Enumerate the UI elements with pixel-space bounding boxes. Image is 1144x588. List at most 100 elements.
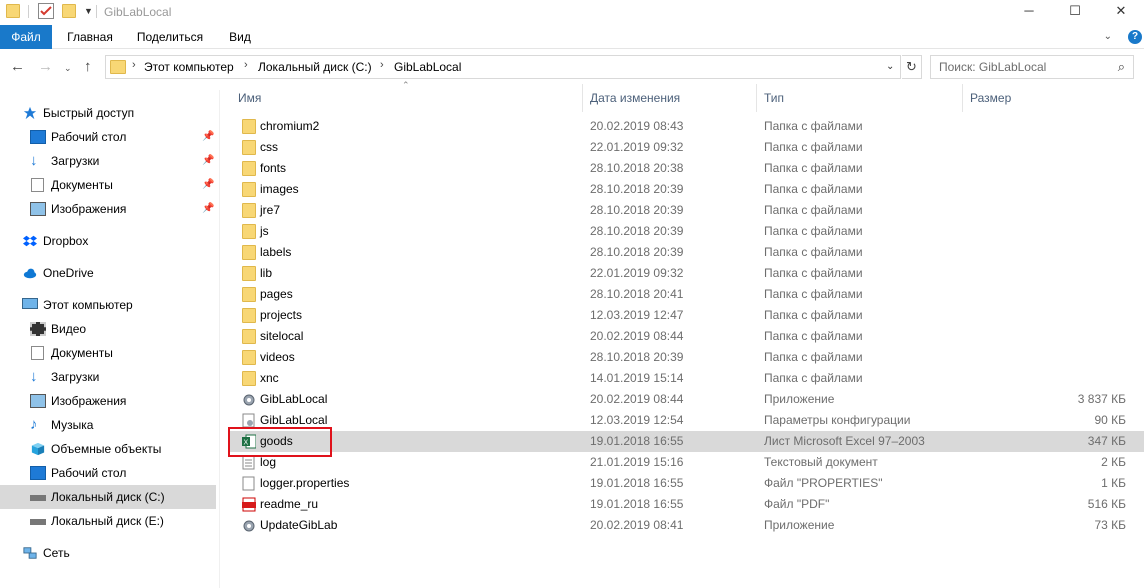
column-header-size[interactable]: Размер [962,84,1136,112]
file-size: 1 КБ [1101,476,1126,490]
nav-disk-c[interactable]: Локальный диск (C:) [0,485,216,509]
column-header-name[interactable]: Имя [230,84,582,112]
tab-view[interactable]: Вид [220,25,260,49]
chevron-right-icon[interactable]: › [380,59,384,71]
search-box[interactable]: ⌕ [930,55,1134,79]
file-row[interactable]: xnc 14.01.2019 15:14 Папка с файлами [230,368,1144,389]
file-type: Приложение [764,518,835,532]
pin-icon[interactable]: 📌 [202,197,214,221]
nav-desktop-pc[interactable]: Рабочий стол [0,461,216,485]
file-row[interactable]: images 28.10.2018 20:39 Папка с файлами [230,179,1144,200]
file-type: Папка с файлами [764,161,863,175]
file-name: xnc [260,371,279,385]
file-row[interactable]: log 21.01.2019 15:16 Текстовый документ 2 К… [230,452,1144,473]
nav-quick-access[interactable]: Быстрый доступ [0,101,216,125]
title-bar: ▼ GibLabLocal ─ ☐ ✕ [0,0,1144,24]
file-row[interactable]: labels 28.10.2018 20:39 Папка с файлами [230,242,1144,263]
quick-access-dropdown-icon[interactable]: ▼ [84,6,93,16]
column-header-type[interactable]: Тип [756,84,962,112]
file-type: Папка с файлами [764,266,863,280]
file-type: Папка с файлами [764,329,863,343]
tab-file[interactable]: Файл [0,25,52,49]
nav-pictures[interactable]: Изображения 📌 [0,197,216,221]
file-row[interactable]: readme_ru 19.01.2018 16:55 Файл "PDF" 516 К… [230,494,1144,515]
folder-icon [242,329,256,344]
file-date: 28.10.2018 20:39 [590,224,684,238]
recent-dropdown-icon[interactable]: ⌄ [64,63,72,74]
chevron-down-icon[interactable]: ⌄ [1104,31,1112,42]
file-row[interactable]: chromium2 20.02.2019 08:43 Папка с файлами [230,116,1144,137]
help-icon[interactable]: ? [1128,30,1142,44]
pin-icon[interactable]: 📌 [202,173,214,197]
chevron-right-icon[interactable]: › [132,59,136,71]
up-arrow-icon[interactable]: ↑ [84,58,92,75]
nav-downloads[interactable]: ↓ Загрузки 📌 [0,149,216,173]
file-row[interactable]: css 22.01.2019 09:32 Папка с файлами [230,137,1144,158]
nav-onedrive[interactable]: OneDrive [0,261,216,285]
file-type: Лист Microsoft Excel 97–2003 [764,434,925,448]
minimize-button[interactable]: ─ [1006,0,1052,24]
tab-share[interactable]: Поделиться [130,25,210,49]
file-date: 14.01.2019 15:14 [590,371,684,385]
column-header-date[interactable]: Дата изменения [582,84,756,112]
file-row[interactable]: Xgoods 19.01.2018 16:55 Лист Microsoft Exc… [230,431,1144,452]
chevron-right-icon[interactable]: › [244,59,248,71]
desktop-icon [30,130,46,144]
file-row[interactable]: lib 22.01.2019 09:32 Папка с файлами [230,263,1144,284]
file-row[interactable]: pages 28.10.2018 20:41 Папка с файлами [230,284,1144,305]
file-row[interactable]: sitelocal 20.02.2019 08:44 Папка с файлами [230,326,1144,347]
file-row[interactable]: logger.properties 19.01.2018 16:55 Файл "P… [230,473,1144,494]
nav-dropbox[interactable]: Dropbox [0,229,216,253]
file-row[interactable]: videos 28.10.2018 20:39 Папка с файлами [230,347,1144,368]
file-date: 19.01.2018 16:55 [590,497,684,511]
column-headers: Имя Дата изменения Тип Размер [230,84,1144,112]
music-note-icon: ♪ [30,416,38,433]
search-icon[interactable]: ⌕ [1118,59,1125,75]
search-input[interactable] [939,59,1109,75]
file-row[interactable]: projects 12.03.2019 12:47 Папка с файлами [230,305,1144,326]
file-row[interactable]: fonts 28.10.2018 20:38 Папка с файлами [230,158,1144,179]
pin-icon[interactable]: 📌 [202,125,214,149]
tab-home[interactable]: Главная [58,25,122,49]
forward-arrow-icon[interactable]: → [38,58,53,75]
nav-disk-e[interactable]: Локальный диск (E:) [0,509,216,533]
file-type: Папка с файлами [764,371,863,385]
new-folder-icon[interactable] [62,4,76,18]
nav-network[interactable]: Сеть [0,541,216,565]
folder-icon [242,287,256,302]
nav-label: Рабочий стол [51,466,127,480]
nav-documents-pc[interactable]: Документы [0,341,216,365]
file-date: 22.01.2019 09:32 [590,140,684,154]
file-type: Папка с файлами [764,287,863,301]
nav-video[interactable]: Видео [0,317,216,341]
nav-desktop[interactable]: Рабочий стол 📌 [0,125,216,149]
file-date: 28.10.2018 20:41 [590,287,684,301]
breadcrumb-this-pc[interactable]: Этот компьютер [144,60,234,74]
nav-documents[interactable]: Документы 📌 [0,173,216,197]
file-row[interactable]: UpdateGibLab 20.02.2019 08:41 Приложение 73… [230,515,1144,536]
nav-label: Документы [51,178,113,192]
nav-3d-objects[interactable]: Объемные объекты [0,437,216,461]
address-bar[interactable]: › Этот компьютер › Локальный диск (C:) ›… [105,55,901,79]
breadcrumb-giblablocal[interactable]: GibLabLocal [394,60,461,74]
back-arrow-icon[interactable]: ← [10,58,25,75]
refresh-button[interactable]: ↻ [902,55,922,79]
pin-icon[interactable]: 📌 [202,149,214,173]
properties-icon[interactable] [38,3,54,19]
nav-label: Локальный диск (E:) [51,514,164,528]
nav-label: Сеть [43,546,70,560]
file-row[interactable]: jre7 28.10.2018 20:39 Папка с файлами [230,200,1144,221]
file-icon [242,476,255,491]
nav-downloads-pc[interactable]: ↓ Загрузки [0,365,216,389]
address-dropdown-icon[interactable]: ⌄ [886,61,894,72]
maximize-button[interactable]: ☐ [1052,0,1098,24]
nav-pictures-pc[interactable]: Изображения [0,389,216,413]
file-row[interactable]: GibLabLocal 20.02.2019 08:44 Приложение 3 8… [230,389,1144,410]
file-row[interactable]: GibLabLocal 12.03.2019 12:54 Параметры кон… [230,410,1144,431]
nav-this-pc[interactable]: Этот компьютер [0,293,216,317]
close-button[interactable]: ✕ [1098,0,1144,24]
nav-music[interactable]: ♪ Музыка [0,413,216,437]
breadcrumb-disk-c[interactable]: Локальный диск (C:) [258,60,372,74]
file-row[interactable]: js 28.10.2018 20:39 Папка с файлами [230,221,1144,242]
folder-icon [242,161,256,176]
